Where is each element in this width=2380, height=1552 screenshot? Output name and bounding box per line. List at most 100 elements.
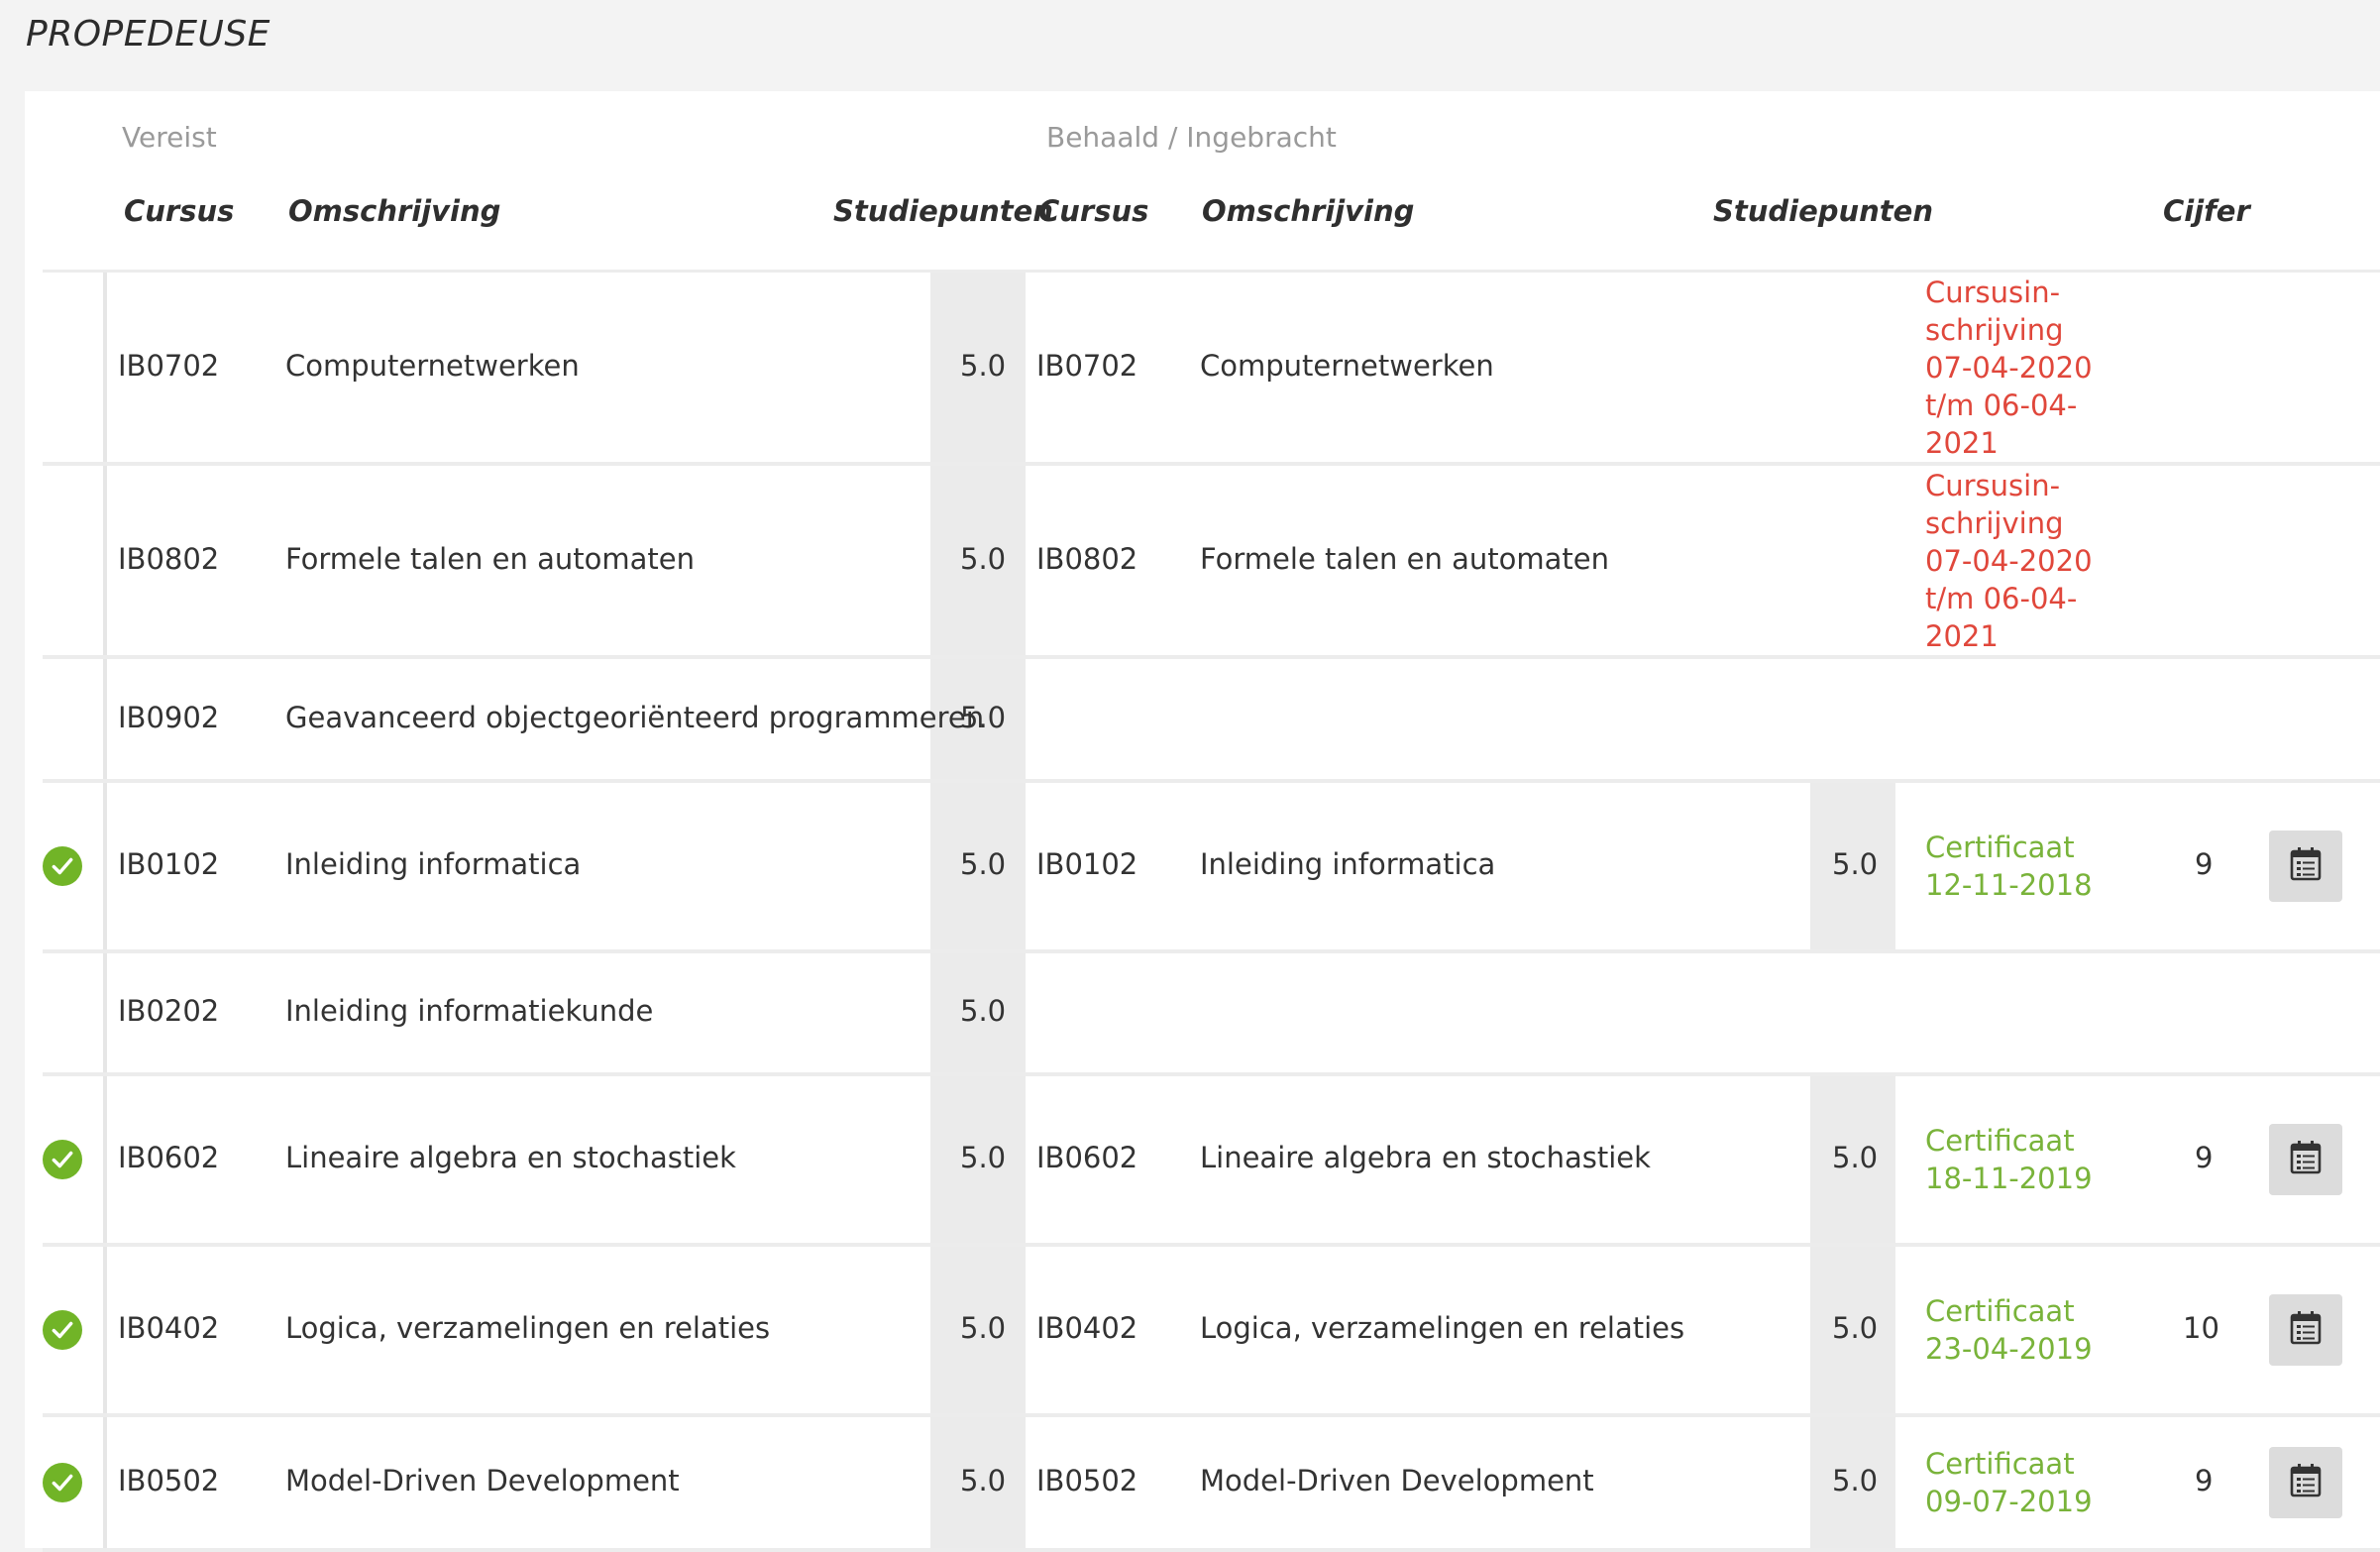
table-row: IB0902 Geavanceerd objectgeoriënteerd pro… — [43, 659, 2380, 783]
table-row: IB0802 Formele talen en automaten 5.0 IB080… — [43, 466, 2380, 659]
table-row: IB0202 Inleiding informatiekunde 5.0 — [43, 953, 2380, 1076]
achieved-course-code: IB0402 — [1036, 1311, 1138, 1345]
achieved-course-name: Inleiding informatica — [1200, 847, 1496, 881]
achieved-credits: 5.0 — [1832, 1311, 1879, 1345]
status-line: t/m 06-04- — [1925, 581, 2078, 615]
status-text: Certificaat 12-11-2018 — [1925, 829, 2123, 904]
status-line: Certificaat — [1925, 1294, 2075, 1328]
status-line: 12-11-2018 — [1925, 868, 2093, 902]
row-left-border — [103, 659, 107, 779]
achieved-course-code: IB0602 — [1036, 1141, 1138, 1174]
required-course-name: Computernetwerken — [285, 348, 580, 383]
row-left-border — [103, 953, 107, 1072]
calendar-list-icon — [2289, 1463, 2323, 1502]
achieved-credits: 5.0 — [1832, 1464, 1879, 1497]
table-row: IB0502 Model-Driven Development 5.0 IB0502 M… — [43, 1417, 2380, 1552]
required-course-name: Lineaire algebra en stochastiek — [285, 1141, 736, 1174]
check-circle-icon — [43, 1140, 82, 1179]
section-title: PROPEDEUSE — [26, 14, 270, 55]
status-text: Certificaat 23-04-2019 — [1925, 1292, 2123, 1368]
header-achieved-credits: Studiepunten — [1713, 194, 1933, 228]
row-left-border — [103, 273, 107, 462]
required-course-name: Inleiding informatica — [285, 847, 582, 881]
details-button[interactable] — [2269, 1124, 2342, 1195]
details-button[interactable] — [2269, 1294, 2342, 1366]
status-line: Cursusin- — [1925, 275, 2061, 309]
status-line: 23-04-2019 — [1925, 1332, 2093, 1366]
check-circle-icon — [43, 1310, 82, 1350]
header-achieved-course: Cursus — [1038, 194, 1149, 228]
row-left-border — [103, 466, 107, 655]
header-required-description: Omschrijving — [288, 194, 501, 228]
status-text: Cursusin-schrijving 07-04-2020 t/m 06-04- 2… — [1925, 467, 2123, 655]
status-text: Certificaat 18-11-2019 — [1925, 1122, 2123, 1197]
header-required-course: Cursus — [124, 194, 235, 228]
required-course-code: IB0202 — [118, 994, 220, 1028]
header-required-credits: Studiepunten — [833, 194, 1053, 228]
group-label-required: Vereist — [122, 121, 217, 154]
required-course-name: Geavanceerd objectgeoriënteerd programme… — [285, 700, 985, 734]
achieved-course-name: Lineaire algebra en stochastiek — [1200, 1141, 1651, 1174]
row-left-border — [103, 1076, 107, 1243]
status-line: schrijving — [1925, 505, 2064, 540]
grade-value: 9 — [2195, 847, 2214, 881]
status-line: 18-11-2019 — [1925, 1162, 2093, 1195]
required-course-code: IB0602 — [118, 1141, 220, 1174]
required-credits: 5.0 — [960, 847, 1007, 881]
table-row: IB0102 Inleiding informatica 5.0 IB0102 Inle… — [43, 783, 2380, 953]
required-credits: 5.0 — [960, 1141, 1007, 1174]
details-button[interactable] — [2269, 1447, 2342, 1518]
status-line: Certificaat — [1925, 1447, 2075, 1481]
calendar-list-icon — [2289, 1310, 2323, 1350]
row-left-border — [103, 1247, 107, 1413]
grade-value: 10 — [2183, 1311, 2219, 1345]
status-line: t/m 06-04- — [1925, 388, 2078, 422]
table-row: IB0702 Computernetwerken 5.0 IB0702 Computer… — [43, 273, 2380, 466]
status-line: 07-04-2020 — [1925, 350, 2093, 385]
calendar-list-icon — [2289, 846, 2323, 886]
achieved-course-name: Formele talen en automaten — [1200, 541, 1609, 576]
achieved-course-name: Computernetwerken — [1200, 348, 1494, 383]
header-achieved-description: Omschrijving — [1202, 194, 1415, 228]
achieved-course-code: IB0702 — [1036, 348, 1138, 383]
required-credits: 5.0 — [960, 700, 1007, 734]
required-course-name: Formele talen en automaten — [285, 541, 695, 576]
achieved-course-code: IB0102 — [1036, 847, 1138, 881]
row-left-border — [103, 783, 107, 949]
required-course-name: Model-Driven Development — [285, 1464, 680, 1497]
achieved-course-name: Model-Driven Development — [1200, 1464, 1594, 1497]
required-course-code: IB0902 — [118, 700, 220, 734]
status-line: 07-04-2020 — [1925, 543, 2093, 578]
achieved-course-name: Logica, verzamelingen en relaties — [1200, 1311, 1685, 1345]
required-credits: 5.0 — [960, 1464, 1007, 1497]
grade-value: 9 — [2195, 1464, 2214, 1497]
required-course-code: IB0502 — [118, 1464, 220, 1497]
required-course-code: IB0102 — [118, 847, 220, 881]
achieved-course-code: IB0802 — [1036, 541, 1138, 576]
check-circle-icon — [43, 846, 82, 886]
group-label-achieved: Behaald / Ingebracht — [1046, 121, 1337, 154]
required-credits: 5.0 — [960, 541, 1007, 576]
achieved-course-code: IB0502 — [1036, 1464, 1138, 1497]
details-button[interactable] — [2269, 831, 2342, 902]
status-line: Certificaat — [1925, 1124, 2075, 1158]
status-line: 2021 — [1925, 618, 1999, 653]
status-line: Certificaat — [1925, 831, 2075, 864]
status-text: Cursusin-schrijving 07-04-2020 t/m 06-04- 2… — [1925, 274, 2123, 462]
achieved-credits: 5.0 — [1832, 1141, 1879, 1174]
required-credits: 5.0 — [960, 994, 1007, 1028]
required-credits: 5.0 — [960, 348, 1007, 383]
table-row: IB0602 Lineaire algebra en stochastiek 5.0… — [43, 1076, 2380, 1247]
status-text: Certificaat 09-07-2019 — [1925, 1445, 2123, 1520]
required-course-code: IB0402 — [118, 1311, 220, 1345]
status-line: schrijving — [1925, 312, 2064, 347]
status-line: 09-07-2019 — [1925, 1485, 2093, 1518]
check-circle-icon — [43, 1463, 82, 1502]
header-grade: Cijfer — [2163, 194, 2250, 228]
required-course-name: Inleiding informatiekunde — [285, 994, 654, 1028]
required-course-name: Logica, verzamelingen en relaties — [285, 1311, 771, 1345]
grade-value: 9 — [2195, 1141, 2214, 1174]
required-course-code: IB0702 — [118, 348, 220, 383]
row-divider — [43, 1548, 2380, 1552]
achieved-credits: 5.0 — [1832, 847, 1879, 881]
